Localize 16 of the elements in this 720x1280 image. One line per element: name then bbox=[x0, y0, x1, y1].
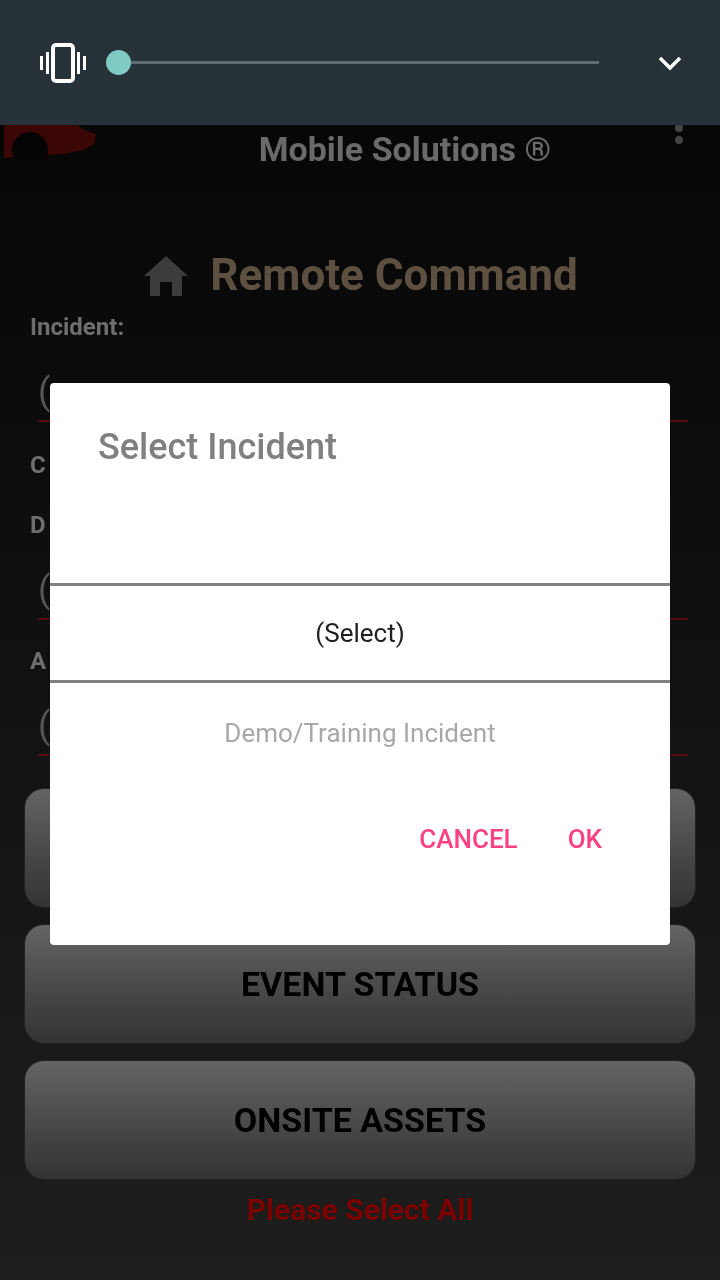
dialog-title: Select Incident bbox=[97, 425, 339, 469]
picker-option[interactable]: (Select) bbox=[50, 583, 670, 683]
form-label: C bbox=[30, 450, 47, 480]
picker-option[interactable]: Demo/Training Incident bbox=[50, 683, 670, 783]
form-label: A bbox=[30, 646, 48, 676]
form-label: Incident: bbox=[30, 312, 126, 342]
app-title: Mobile Solutions ® bbox=[258, 128, 552, 170]
chevron-down-icon[interactable] bbox=[658, 54, 682, 71]
page-title: Remote Command bbox=[210, 250, 578, 300]
slider-thumb[interactable] bbox=[106, 50, 131, 75]
form-label: D bbox=[30, 510, 47, 540]
dialog-button[interactable]: CANCEL bbox=[419, 819, 518, 859]
menu-button[interactable]: ONSITE ASSETS bbox=[24, 1060, 696, 1180]
dialog-button[interactable]: OK bbox=[567, 819, 602, 859]
footer-message: Please Select All bbox=[245, 1192, 475, 1228]
vibrate-icon[interactable] bbox=[38, 42, 88, 83]
